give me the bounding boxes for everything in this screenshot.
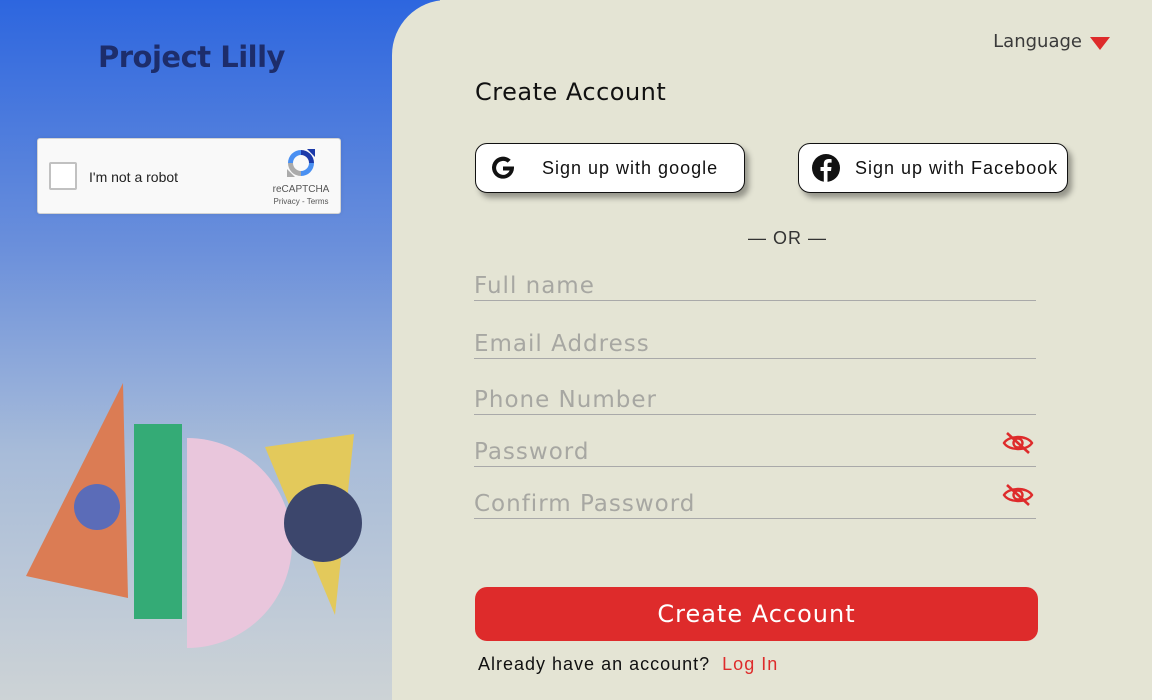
- confirm-password-input[interactable]: [474, 483, 1036, 518]
- caret-down-icon: [1090, 36, 1110, 50]
- navy-circle-shape: [284, 484, 362, 562]
- facebook-icon: [812, 154, 840, 182]
- left-panel: Project Lilly I'm not a robot reCAPTCHA …: [0, 0, 440, 700]
- decorative-shapes-illustration: [26, 383, 362, 648]
- phone-input[interactable]: [474, 379, 1036, 414]
- full-name-field[interactable]: [474, 265, 1036, 301]
- login-prompt-text: Already have an account?: [478, 654, 711, 674]
- email-field[interactable]: [474, 323, 1036, 359]
- password-input[interactable]: [474, 431, 1036, 466]
- create-account-button[interactable]: Create Account: [475, 587, 1038, 641]
- password-field[interactable]: [474, 431, 1036, 467]
- google-signup-label: Sign up with google: [542, 157, 719, 178]
- facebook-signup-label: Sign up with Facebook: [855, 157, 1059, 178]
- recaptcha-widget: I'm not a robot reCAPTCHA Privacy - Term…: [37, 138, 341, 214]
- page-title: Create Account: [475, 78, 667, 106]
- signup-panel: Language Create Account Sign up with goo…: [392, 0, 1152, 700]
- brand-title: Project Lilly: [98, 40, 285, 74]
- recaptcha-icon: [287, 149, 315, 177]
- eye-slash-icon[interactable]: [1002, 483, 1034, 507]
- green-rectangle-shape: [134, 424, 182, 619]
- language-selector[interactable]: Language: [993, 31, 1110, 52]
- eye-slash-icon[interactable]: [1002, 431, 1034, 455]
- confirm-password-field[interactable]: [474, 483, 1036, 519]
- recaptcha-brand: reCAPTCHA: [272, 184, 330, 195]
- recaptcha-label: I'm not a robot: [89, 169, 179, 185]
- or-separator: — OR —: [748, 228, 828, 248]
- recaptcha-checkbox[interactable]: [49, 162, 77, 190]
- google-g-icon: [492, 156, 514, 179]
- recaptcha-links[interactable]: Privacy - Terms: [266, 197, 336, 206]
- login-link[interactable]: Log In: [722, 654, 778, 674]
- email-input[interactable]: [474, 323, 1036, 358]
- full-name-input[interactable]: [474, 265, 1036, 300]
- blue-circle-shape: [74, 484, 120, 530]
- facebook-signup-button[interactable]: Sign up with Facebook: [798, 143, 1068, 193]
- language-label: Language: [993, 31, 1082, 52]
- google-signup-button[interactable]: Sign up with google: [475, 143, 745, 193]
- phone-field[interactable]: [474, 379, 1036, 415]
- login-prompt-row: Already have an account? Log In: [478, 654, 778, 675]
